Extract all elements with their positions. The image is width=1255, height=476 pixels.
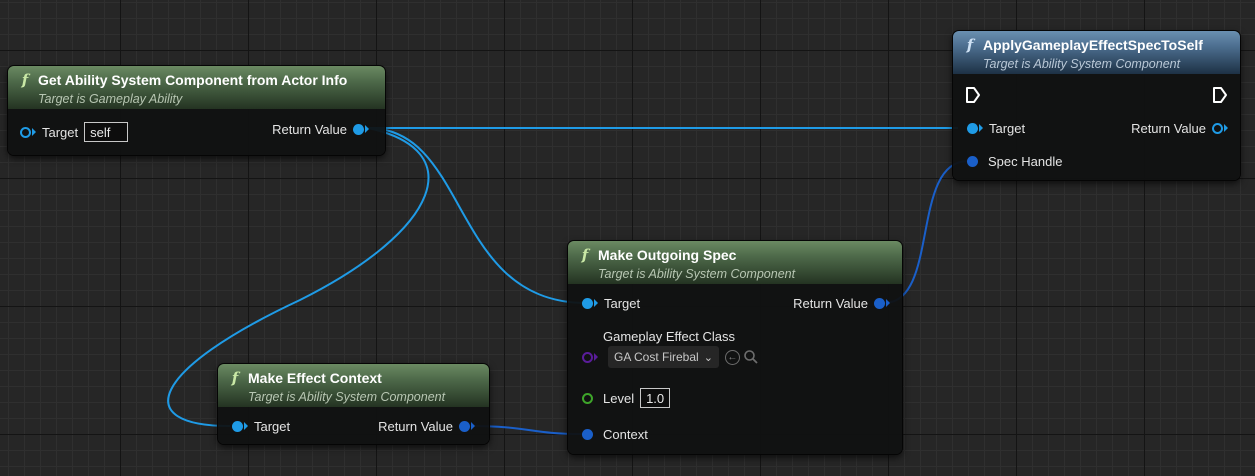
- pin-label-context: Context: [603, 426, 648, 442]
- node-subtitle: Target is Ability System Component: [983, 57, 1181, 71]
- pin-arrow-icon: [979, 124, 983, 132]
- float-pin-icon[interactable]: [582, 392, 593, 404]
- input-pin-row-target[interactable]: Target: [582, 293, 640, 313]
- pin-label-spec-handle: Spec Handle: [988, 153, 1063, 169]
- function-icon: f: [231, 369, 239, 387]
- function-icon: f: [21, 71, 29, 89]
- output-pin-row-return[interactable]: Return Value: [378, 416, 475, 436]
- pin-label-return-value: Return Value: [793, 295, 868, 311]
- pin-arrow-icon: [594, 353, 598, 361]
- pin-arrow-icon: [594, 299, 598, 307]
- input-pin-row-context[interactable]: Context: [582, 424, 648, 444]
- input-pin-row-level[interactable]: Level 1.0: [582, 388, 671, 408]
- input-pin-row-target[interactable]: Target: [967, 118, 1025, 138]
- chevron-down-icon: ⌄: [703, 351, 713, 364]
- target-self-field[interactable]: self: [84, 122, 129, 142]
- object-pin-icon[interactable]: [1212, 122, 1223, 134]
- node-title: Make Outgoing Spec: [598, 247, 737, 263]
- wire-asc-to-spec-target: [367, 127, 587, 304]
- node-make-effect-context[interactable]: f Make Effect Context Target is Ability …: [218, 364, 489, 444]
- object-pin-icon[interactable]: [967, 122, 978, 134]
- use-selected-asset-icon[interactable]: ←: [724, 349, 740, 365]
- struct-pin-icon[interactable]: [967, 155, 978, 167]
- node-header[interactable]: f Make Outgoing Spec Target is Ability S…: [568, 241, 902, 284]
- pin-arrow-icon: [32, 128, 36, 136]
- output-pin-row-return[interactable]: Return Value: [793, 293, 890, 313]
- node-header[interactable]: f Get Ability System Component from Acto…: [8, 66, 385, 109]
- function-icon: f: [581, 246, 589, 264]
- input-pin-row-target[interactable]: Target: [232, 416, 290, 436]
- input-pin-label-row-effect-class: Gameplay Effect Class: [582, 326, 735, 346]
- node-header[interactable]: f ApplyGameplayEffectSpecToSelf Target i…: [953, 31, 1240, 74]
- gameplay-effect-class-dropdown[interactable]: GA Cost Firebal ⌄: [608, 346, 719, 368]
- struct-pin-icon[interactable]: [459, 420, 470, 432]
- pin-label-return-value: Return Value: [378, 418, 453, 434]
- output-pin-row-return[interactable]: Return Value: [1131, 118, 1228, 138]
- object-pin-icon[interactable]: [353, 123, 364, 135]
- node-apply-gameplay-effect-spec-to-self[interactable]: f ApplyGameplayEffectSpecToSelf Target i…: [953, 31, 1240, 180]
- pin-arrow-icon: [471, 422, 475, 430]
- input-pin-row-effect-class[interactable]: GA Cost Firebal ⌄ ←: [582, 346, 759, 368]
- pin-label-return-value: Return Value: [272, 121, 347, 137]
- pin-label-target: Target: [254, 418, 291, 434]
- node-get-ability-system-component[interactable]: f Get Ability System Component from Acto…: [8, 66, 385, 155]
- object-pin-icon[interactable]: [232, 420, 243, 432]
- struct-pin-icon[interactable]: [582, 428, 593, 440]
- exec-input-pin-icon[interactable]: [965, 86, 981, 104]
- level-field[interactable]: 1.0: [640, 388, 671, 408]
- node-title: Get Ability System Component from Actor …: [38, 72, 348, 88]
- function-icon: f: [966, 36, 974, 54]
- dropdown-value: GA Cost Firebal: [614, 350, 699, 364]
- object-pin-icon[interactable]: [582, 297, 593, 309]
- input-pin-row-spec-handle[interactable]: Spec Handle: [967, 151, 1062, 171]
- exec-output-pin-icon[interactable]: [1212, 86, 1228, 104]
- input-pin-row-target[interactable]: Target self: [20, 122, 129, 142]
- browse-search-icon[interactable]: [743, 349, 759, 365]
- pin-arrow-icon: [244, 422, 248, 430]
- node-title: ApplyGameplayEffectSpecToSelf: [983, 37, 1203, 53]
- node-subtitle: Target is Ability System Component: [598, 267, 796, 281]
- object-pin-icon[interactable]: [20, 126, 31, 138]
- output-pin-row-return[interactable]: Return Value: [272, 119, 369, 139]
- pin-label-target: Target: [42, 124, 79, 140]
- node-subtitle: Target is Ability System Component: [248, 390, 446, 404]
- pin-label-level: Level: [603, 390, 635, 406]
- struct-pin-icon[interactable]: [874, 297, 885, 309]
- pin-arrow-icon: [365, 125, 369, 133]
- pin-label-target: Target: [989, 120, 1026, 136]
- class-pin-icon[interactable]: [582, 351, 593, 363]
- pin-label-gameplay-effect-class: Gameplay Effect Class: [603, 328, 735, 344]
- pin-label-target: Target: [604, 295, 641, 311]
- node-header[interactable]: f Make Effect Context Target is Ability …: [218, 364, 489, 407]
- node-subtitle: Target is Gameplay Ability: [38, 92, 183, 106]
- pin-label-return-value: Return Value: [1131, 120, 1206, 136]
- node-make-outgoing-spec[interactable]: f Make Outgoing Spec Target is Ability S…: [568, 241, 902, 454]
- pin-arrow-icon: [886, 299, 890, 307]
- pin-arrow-icon: [1224, 124, 1228, 132]
- node-title: Make Effect Context: [248, 370, 382, 386]
